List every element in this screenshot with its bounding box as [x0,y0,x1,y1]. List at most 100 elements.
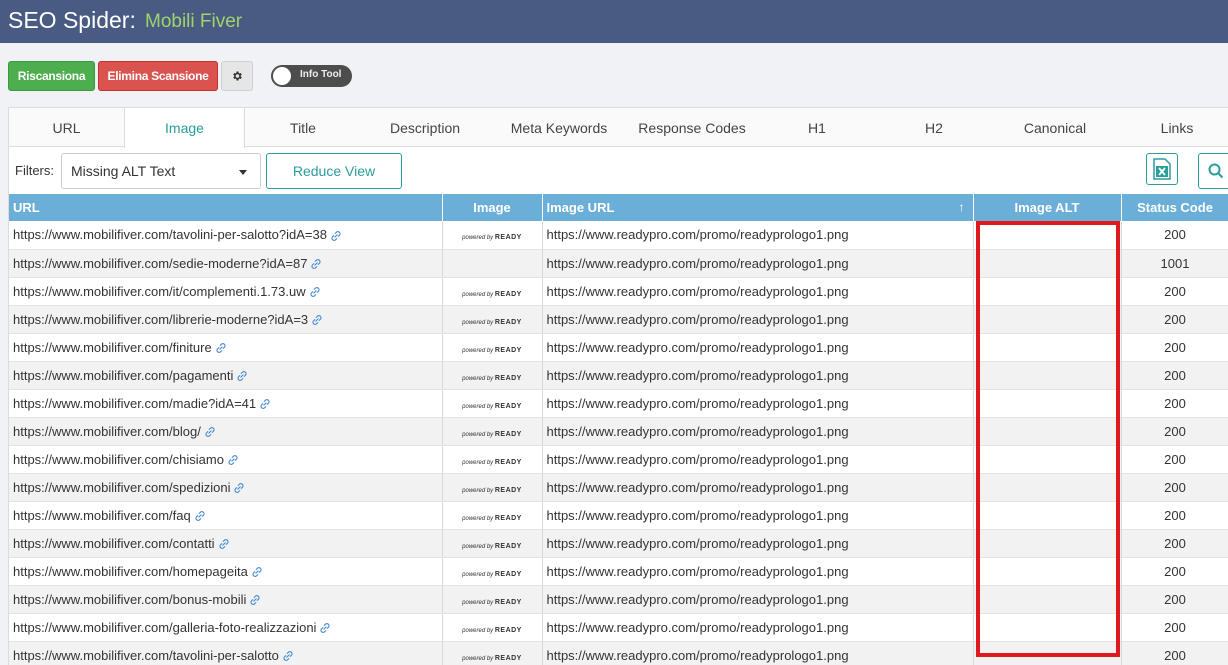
page-url[interactable]: https://www.mobilifiver.com/spedizioni [13,480,230,495]
page-url[interactable]: https://www.mobilifiver.com/faq [13,508,191,523]
reduce-view-button[interactable]: Reduce View [266,153,402,189]
status-code-cell: 200 [1121,221,1228,250]
page-url[interactable]: https://www.mobilifiver.com/finiture [13,340,212,355]
column-header-image-alt[interactable]: Image ALT [973,194,1122,221]
settings-button[interactable] [221,61,253,91]
image-cell [442,249,543,278]
tab-canonical[interactable]: Canonical [989,108,1121,147]
url-cell: https://www.mobilifiver.com/pagamenti [9,361,443,390]
filters-label: Filters: [15,163,54,178]
image-cell: powered by READY [442,585,543,614]
page-url[interactable]: https://www.mobilifiver.com/tavolini-per… [13,227,327,242]
link-icon[interactable] [218,538,230,550]
table-row[interactable]: https://www.mobilifiver.com/galleria-fot… [9,613,1228,642]
page-url[interactable]: https://www.mobilifiver.com/contatti [13,536,215,551]
table-row[interactable]: https://www.mobilifiver.com/sedie-modern… [9,249,1228,278]
info-tool-toggle[interactable]: Info Tool [271,65,352,87]
link-icon[interactable] [251,566,263,578]
table-row[interactable]: https://www.mobilifiver.com/pagamenti pow… [9,361,1228,390]
table-row[interactable]: https://www.mobilifiver.com/faq powered b… [9,501,1228,530]
image-alt-cell [973,361,1122,390]
table-row[interactable]: https://www.mobilifiver.com/it/complemen… [9,277,1228,306]
link-icon[interactable] [194,510,206,522]
status-code-cell: 200 [1121,333,1228,362]
page-url[interactable]: https://www.mobilifiver.com/madie?idA=41 [13,396,256,411]
table-row[interactable]: https://www.mobilifiver.com/spedizioni po… [9,473,1228,502]
link-icon[interactable] [236,370,248,382]
image-alt-cell [973,613,1122,642]
url-cell: https://www.mobilifiver.com/it/complemen… [9,277,443,306]
rescan-button[interactable]: Riscansiona [8,61,95,91]
filter-select[interactable]: Missing ALT Text [61,153,261,189]
link-icon[interactable] [249,594,261,606]
column-header-url[interactable]: URL [9,194,443,221]
page-url[interactable]: https://www.mobilifiver.com/pagamenti [13,368,233,383]
link-icon[interactable] [330,230,342,242]
tab-description[interactable]: Description [361,108,489,147]
status-code-cell: 200 [1121,417,1228,446]
table-row[interactable]: https://www.mobilifiver.com/chisiamo powe… [9,445,1228,474]
page-url[interactable]: https://www.mobilifiver.com/it/complemen… [13,284,306,299]
tab-links[interactable]: Links [1121,108,1228,147]
column-header-image-url[interactable]: Image URL ↑ [542,194,974,221]
search-button[interactable] [1198,153,1228,189]
status-code-cell: 200 [1121,585,1228,614]
tab-meta-keywords[interactable]: Meta Keywords [489,108,629,147]
table-row[interactable]: https://www.mobilifiver.com/librerie-mod… [9,305,1228,334]
tab-h2[interactable]: H2 [879,108,989,147]
ready-logo-thumbnail: powered by READY [462,402,522,410]
link-icon[interactable] [310,258,322,270]
status-code-cell: 200 [1121,501,1228,530]
link-icon[interactable] [309,286,321,298]
delete-scan-button[interactable]: Elimina Scansione [98,61,218,91]
url-cell: https://www.mobilifiver.com/tavolini-per… [9,641,443,665]
column-header-status[interactable]: Status Code [1121,194,1228,221]
ready-logo-thumbnail: powered by READY [462,346,522,354]
export-excel-button[interactable] [1146,153,1178,185]
table-row[interactable]: https://www.mobilifiver.com/tavolini-per… [9,641,1228,665]
link-icon[interactable] [319,622,331,634]
link-icon[interactable] [204,426,216,438]
tab-image[interactable]: Image [124,108,245,148]
page-url[interactable]: https://www.mobilifiver.com/chisiamo [13,452,224,467]
image-alt-cell [973,305,1122,334]
tab-title[interactable]: Title [245,108,361,147]
column-header-image[interactable]: Image [442,194,543,221]
page-url[interactable]: https://www.mobilifiver.com/bonus-mobili [13,592,246,607]
ready-logo-thumbnail: powered by READY [462,542,522,550]
table-row[interactable]: https://www.mobilifiver.com/finiture powe… [9,333,1228,362]
info-tool-label: Info Tool [300,69,342,80]
tab-url[interactable]: URL [9,108,124,147]
link-icon[interactable] [282,650,294,662]
tab-response-codes[interactable]: Response Codes [629,108,755,147]
table-header-row: URL Image Image URL ↑ Image ALT Status Co… [9,194,1228,221]
url-cell: https://www.mobilifiver.com/blog/ [9,417,443,446]
ready-logo-thumbnail: powered by READY [462,654,522,662]
link-icon[interactable] [227,454,239,466]
status-code-cell: 200 [1121,613,1228,642]
table-row[interactable]: https://www.mobilifiver.com/tavolini-per… [9,221,1228,250]
link-icon[interactable] [233,482,245,494]
image-cell: powered by READY [442,557,543,586]
table-row[interactable]: https://www.mobilifiver.com/madie?idA=41… [9,389,1228,418]
page-url[interactable]: https://www.mobilifiver.com/blog/ [13,424,201,439]
link-icon[interactable] [215,342,227,354]
page-url[interactable]: https://www.mobilifiver.com/homepageita [13,564,248,579]
table-row[interactable]: https://www.mobilifiver.com/homepageita p… [9,557,1228,586]
image-url-cell: https://www.readypro.com/promo/readyprol… [542,277,974,306]
table-row[interactable]: https://www.mobilifiver.com/contatti powe… [9,529,1228,558]
tab-h1[interactable]: H1 [755,108,879,147]
link-icon[interactable] [259,398,271,410]
excel-icon [1153,158,1171,180]
image-cell: powered by READY [442,221,543,250]
table-row[interactable]: https://www.mobilifiver.com/blog/powered… [9,417,1228,446]
image-alt-cell [973,585,1122,614]
image-cell: powered by READY [442,529,543,558]
page-url[interactable]: https://www.mobilifiver.com/tavolini-per… [13,648,279,663]
table-row[interactable]: https://www.mobilifiver.com/bonus-mobili… [9,585,1228,614]
page-url[interactable]: https://www.mobilifiver.com/sedie-modern… [13,256,307,271]
page-url[interactable]: https://www.mobilifiver.com/galleria-fot… [13,620,316,635]
page-url[interactable]: https://www.mobilifiver.com/librerie-mod… [13,312,308,327]
status-code-cell: 200 [1121,529,1228,558]
link-icon[interactable] [311,314,323,326]
